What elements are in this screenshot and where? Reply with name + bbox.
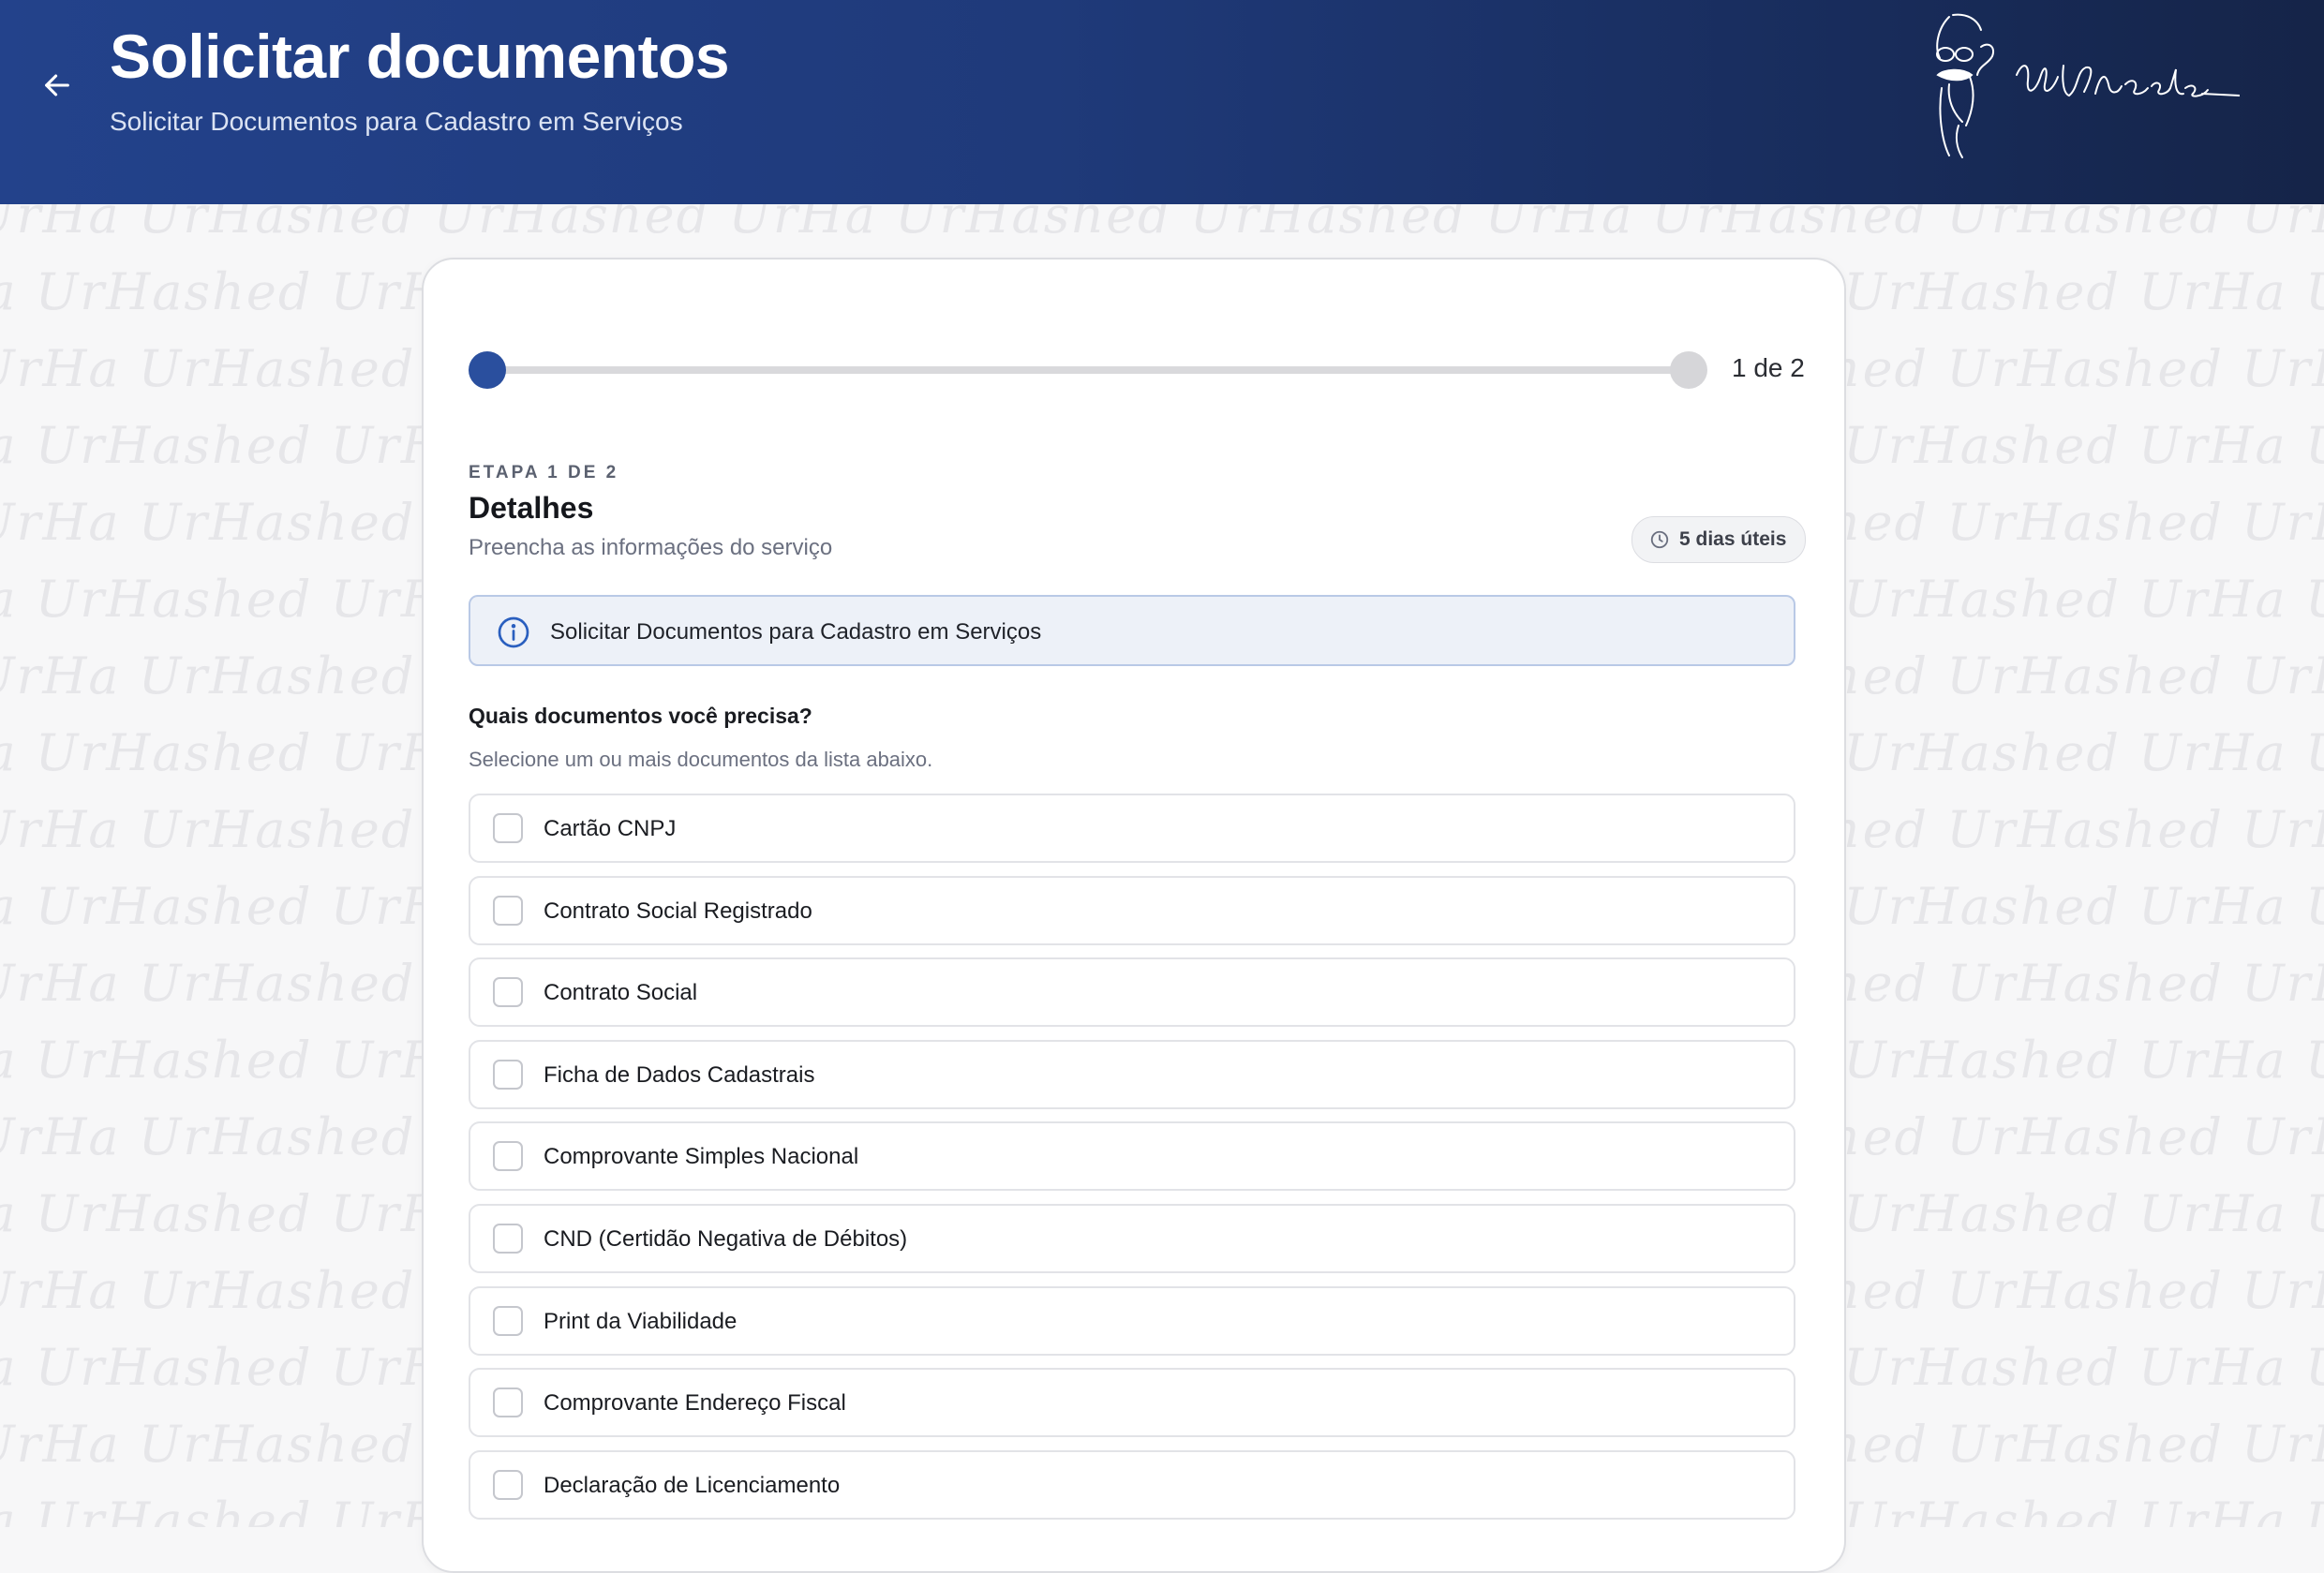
- clock-icon: [1650, 530, 1669, 549]
- document-option[interactable]: Declaração de Licenciamento: [469, 1449, 1795, 1520]
- document-option-label: Print da Viabilidade: [544, 1308, 737, 1334]
- checkbox[interactable]: [493, 895, 523, 926]
- page-title: Solicitar documentos: [110, 22, 730, 91]
- back-button[interactable]: [36, 64, 79, 107]
- document-option[interactable]: Comprovante Endereço Fiscal: [469, 1368, 1795, 1438]
- step-title: Detalhes: [469, 491, 594, 525]
- document-option[interactable]: Ficha de Dados Cadastrais: [469, 1039, 1795, 1109]
- checkbox[interactable]: [493, 1059, 523, 1090]
- documents-question-hint: Selecione um ou mais documentos da lista…: [469, 748, 933, 771]
- documents-question-label: Quais documentos você precisa?: [469, 704, 812, 728]
- document-option-label: Cartão CNPJ: [544, 816, 677, 841]
- document-option-label: Contrato Social: [544, 980, 698, 1006]
- document-option-label: Declaração de Licenciamento: [544, 1472, 841, 1498]
- progress-step-2-dot: [1670, 351, 1707, 389]
- time-estimate-badge: 5 dias úteis: [1631, 516, 1807, 563]
- watermark-row: UrHa UrHashed UrHashed UrHa UrHashed UrH…: [0, 204, 2324, 245]
- info-icon: [498, 616, 529, 648]
- document-option[interactable]: Comprovante Simples Nacional: [469, 1121, 1795, 1192]
- document-option-label: Contrato Social Registrado: [544, 898, 812, 924]
- document-option-label: CND (Certidão Negativa de Débitos): [544, 1225, 908, 1252]
- step-eyebrow: ETAPA 1 DE 2: [469, 463, 619, 482]
- document-option-label: Comprovante Simples Nacional: [544, 1144, 859, 1170]
- documents-checkbox-list: Cartão CNPJ Contrato Social Registrado C…: [469, 794, 1795, 1532]
- arrow-left-icon: [45, 74, 69, 96]
- checkbox[interactable]: [493, 977, 523, 1008]
- page-subtitle: Solicitar Documentos para Cadastro em Se…: [110, 107, 683, 136]
- document-option[interactable]: Cartão CNPJ: [469, 794, 1795, 863]
- progress-label: 1 de 2: [1732, 353, 1805, 382]
- progress-step-1-dot: [469, 351, 506, 389]
- info-banner: Solicitar Documentos para Cadastro em Se…: [469, 595, 1795, 666]
- time-estimate-label: 5 dias úteis: [1679, 528, 1787, 550]
- checkbox[interactable]: [493, 1469, 523, 1500]
- checkbox[interactable]: [493, 1141, 523, 1172]
- app-header: Solicitar documentos Solicitar Documento…: [0, 0, 2324, 204]
- step-description: Preencha as informações do serviço: [469, 535, 833, 560]
- document-option[interactable]: CND (Certidão Negativa de Débitos): [469, 1203, 1795, 1273]
- document-option[interactable]: Contrato Social Registrado: [469, 875, 1795, 945]
- progress-track: [469, 366, 1687, 374]
- checkbox[interactable]: [493, 1223, 523, 1254]
- document-option[interactable]: Contrato Social: [469, 957, 1795, 1028]
- checkbox[interactable]: [493, 1305, 523, 1336]
- request-form-card: 1 de 2 ETAPA 1 DE 2 Detalhes Preencha as…: [422, 258, 1846, 1573]
- document-option-label: Comprovante Endereço Fiscal: [544, 1390, 846, 1417]
- document-option-label: Ficha de Dados Cadastrais: [544, 1061, 815, 1088]
- checkbox[interactable]: [493, 813, 523, 843]
- checkbox[interactable]: [493, 1388, 523, 1418]
- info-banner-text: Solicitar Documentos para Cadastro em Se…: [550, 619, 1042, 645]
- brand-logo: [1936, 13, 2240, 158]
- document-option[interactable]: Print da Viabilidade: [469, 1285, 1795, 1356]
